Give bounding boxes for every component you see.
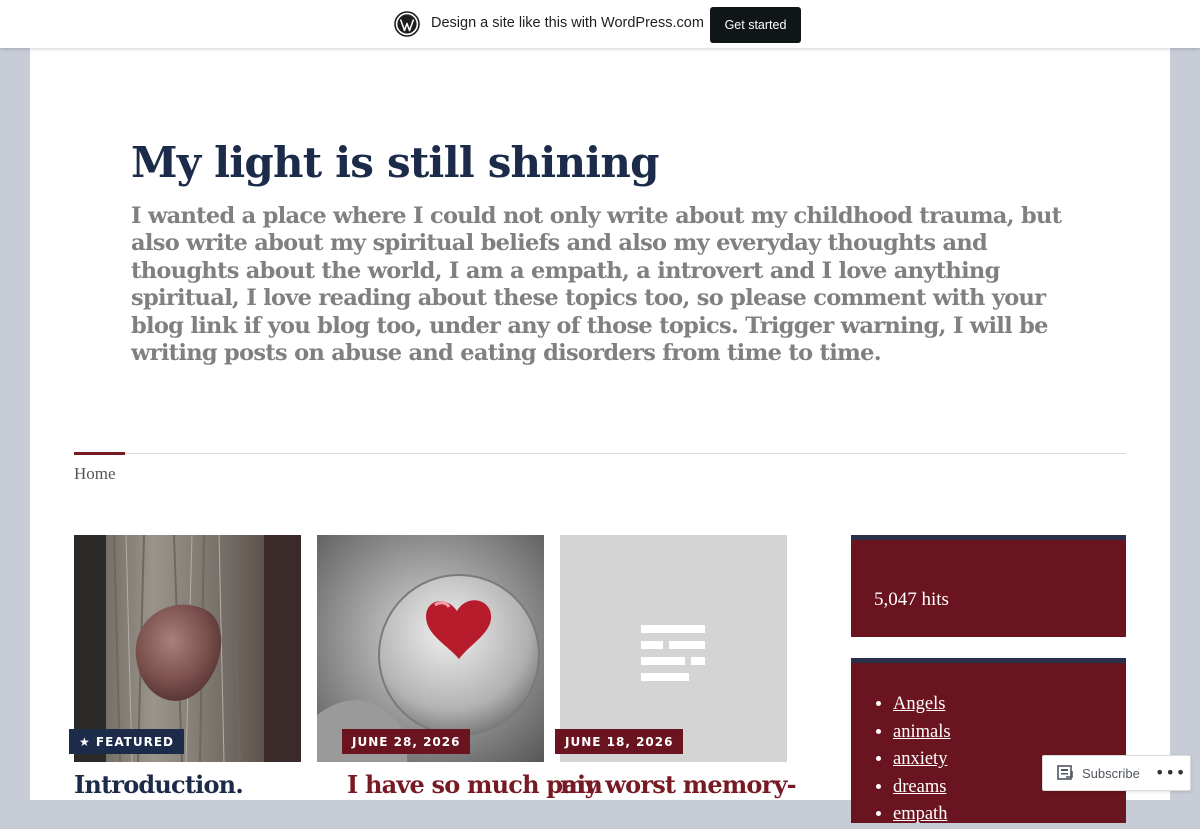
featured-badge: ★ FEATURED — [69, 729, 185, 754]
text-placeholder-icon — [641, 625, 705, 681]
reader-icon — [1057, 765, 1073, 780]
post-title[interactable]: my worst memory- — [560, 770, 797, 799]
post-thumbnail-stone[interactable] — [74, 535, 301, 762]
banner-text: Design a site like this with WordPress.c… — [431, 15, 704, 31]
post-thumbnail-heart[interactable] — [317, 535, 544, 762]
wordpress-logo-icon[interactable] — [394, 11, 420, 37]
post-title[interactable]: Introduction. — [74, 770, 244, 799]
nav-divider — [74, 453, 1126, 454]
hit-counter-widget: 5,047 hits — [851, 535, 1126, 637]
category-item[interactable]: Angels — [893, 691, 951, 719]
page-container: My light is still shining I wanted a pla… — [30, 0, 1170, 824]
subscribe-label: Subscribe — [1082, 766, 1140, 781]
post-card[interactable] — [317, 535, 544, 762]
wordpress-banner: Design a site like this with WordPress.c… — [0, 0, 1200, 48]
category-item[interactable]: empath — [893, 801, 951, 829]
category-item[interactable]: animals — [893, 719, 951, 747]
post-card[interactable] — [74, 535, 301, 762]
more-options-icon[interactable]: ••• — [1155, 763, 1185, 783]
subscribe-button[interactable]: Subscribe — [1043, 756, 1147, 790]
nav-active-indicator — [74, 452, 125, 455]
category-list: Angels animals anxiety dreams empath — [893, 691, 951, 829]
post-thumbnail-placeholder[interactable] — [560, 535, 787, 762]
nav-item-home[interactable]: Home — [74, 464, 116, 484]
date-badge: JUNE 28, 2026 — [342, 729, 471, 754]
site-title[interactable]: My light is still shining — [131, 138, 659, 187]
categories-widget: Angels animals anxiety dreams empath — [851, 658, 1126, 824]
site-description: I wanted a place where I could not only … — [131, 203, 1062, 367]
subscribe-bar: Subscribe ••• — [1042, 755, 1191, 791]
post-card[interactable] — [560, 535, 787, 762]
date-badge: JUNE 18, 2026 — [555, 729, 684, 754]
hit-count: 5,047 hits — [874, 589, 949, 610]
category-item[interactable]: dreams — [893, 774, 951, 802]
get-started-button[interactable]: Get started — [710, 7, 801, 43]
category-item[interactable]: anxiety — [893, 746, 951, 774]
